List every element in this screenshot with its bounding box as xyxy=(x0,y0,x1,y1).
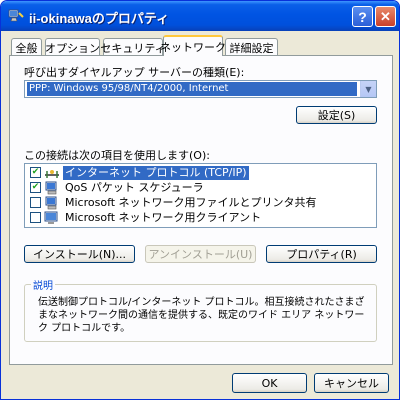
components-label: この接続は次の項目を使用します(O): xyxy=(24,149,210,162)
list-item-label: Microsoft ネットワーク用ファイルとプリンタ共有 xyxy=(65,195,317,209)
uninstall-button-label: アンインストール(U) xyxy=(148,248,253,261)
close-button[interactable]: ✕ xyxy=(375,6,396,27)
properties-button[interactable]: プロパティ(R) xyxy=(266,245,377,263)
properties-dialog: ii-okinawaのプロパティ ? ✕ 全般 オプション セキュリティ ネット… xyxy=(0,0,400,400)
checkbox-client[interactable] xyxy=(30,212,41,223)
tab-options[interactable]: オプション xyxy=(45,38,100,56)
ok-button[interactable]: OK xyxy=(232,373,307,393)
tab-network[interactable]: ネットワーク xyxy=(160,35,226,56)
ok-button-label: OK xyxy=(261,376,278,390)
tab-security[interactable]: セキュリティ xyxy=(100,38,166,56)
checkbox-qos[interactable]: ✔ xyxy=(30,182,41,193)
list-item-label: QoS パケット スケジューラ xyxy=(65,180,204,194)
tab-general-label: 全般 xyxy=(15,41,38,55)
tab-advanced-label: 詳細設定 xyxy=(229,41,274,55)
dialup-server-label: 呼び出すダイヤルアップ サーバーの種類(E): xyxy=(24,66,245,79)
tab-advanced[interactable]: 詳細設定 xyxy=(225,38,278,56)
install-button[interactable]: インストール(N)... xyxy=(24,245,135,263)
help-icon: ? xyxy=(358,8,367,25)
dialup-server-select[interactable]: PPP: Windows 95/98/NT4/2000, Internet ▼ xyxy=(24,80,377,98)
properties-button-label: プロパティ(R) xyxy=(286,248,357,261)
close-icon: ✕ xyxy=(380,8,391,24)
title-bar[interactable]: ii-okinawaのプロパティ ? ✕ xyxy=(1,1,399,31)
list-item-client[interactable]: Microsoft ネットワーク用クライアント xyxy=(27,210,374,225)
list-item-label: インターネット プロトコル (TCP/IP) xyxy=(63,165,249,180)
list-item-tcpip[interactable]: ✔ インターネット プロトコル (TCP/IP) xyxy=(27,165,374,180)
components-list[interactable]: ✔ インターネット プロトコル (TCP/IP) ✔ QoS パケット スケジュ… xyxy=(24,163,377,228)
help-button[interactable]: ? xyxy=(352,6,373,27)
list-item-file-printer-sharing[interactable]: Microsoft ネットワーク用ファイルとプリンタ共有 xyxy=(27,195,374,210)
tab-network-label: ネットワーク xyxy=(160,40,226,54)
settings-button-label: 設定(S) xyxy=(317,109,356,122)
dialup-server-value: PPP: Windows 95/98/NT4/2000, Internet xyxy=(27,82,357,96)
service-icon xyxy=(45,196,57,209)
list-item-qos[interactable]: ✔ QoS パケット スケジューラ xyxy=(27,180,374,195)
window-title: ii-okinawaのプロパティ xyxy=(29,11,170,26)
cancel-button[interactable]: キャンセル xyxy=(314,373,389,393)
list-item-label: Microsoft ネットワーク用クライアント xyxy=(65,210,262,224)
description-title: 説明 xyxy=(31,277,55,292)
description-text: 伝送制御プロトコル/インターネット プロトコル。相互接続されたさまざまなネットワ… xyxy=(38,297,365,334)
service-icon xyxy=(45,181,57,194)
cancel-button-label: キャンセル xyxy=(324,377,379,390)
client-icon xyxy=(44,211,58,224)
connection-icon xyxy=(8,9,24,22)
settings-button[interactable]: 設定(S) xyxy=(296,106,377,124)
uninstall-button[interactable]: アンインストール(U) xyxy=(145,245,256,263)
checkbox-file-printer-sharing[interactable] xyxy=(30,197,41,208)
tab-general[interactable]: 全般 xyxy=(11,38,42,56)
tab-security-label: セキュリティ xyxy=(100,41,166,55)
install-button-label: インストール(N)... xyxy=(32,248,127,261)
checkbox-tcpip[interactable]: ✔ xyxy=(30,167,41,178)
tab-options-label: オプション xyxy=(45,41,100,55)
protocol-icon xyxy=(45,169,59,178)
chevron-down-icon[interactable]: ▼ xyxy=(360,81,376,97)
